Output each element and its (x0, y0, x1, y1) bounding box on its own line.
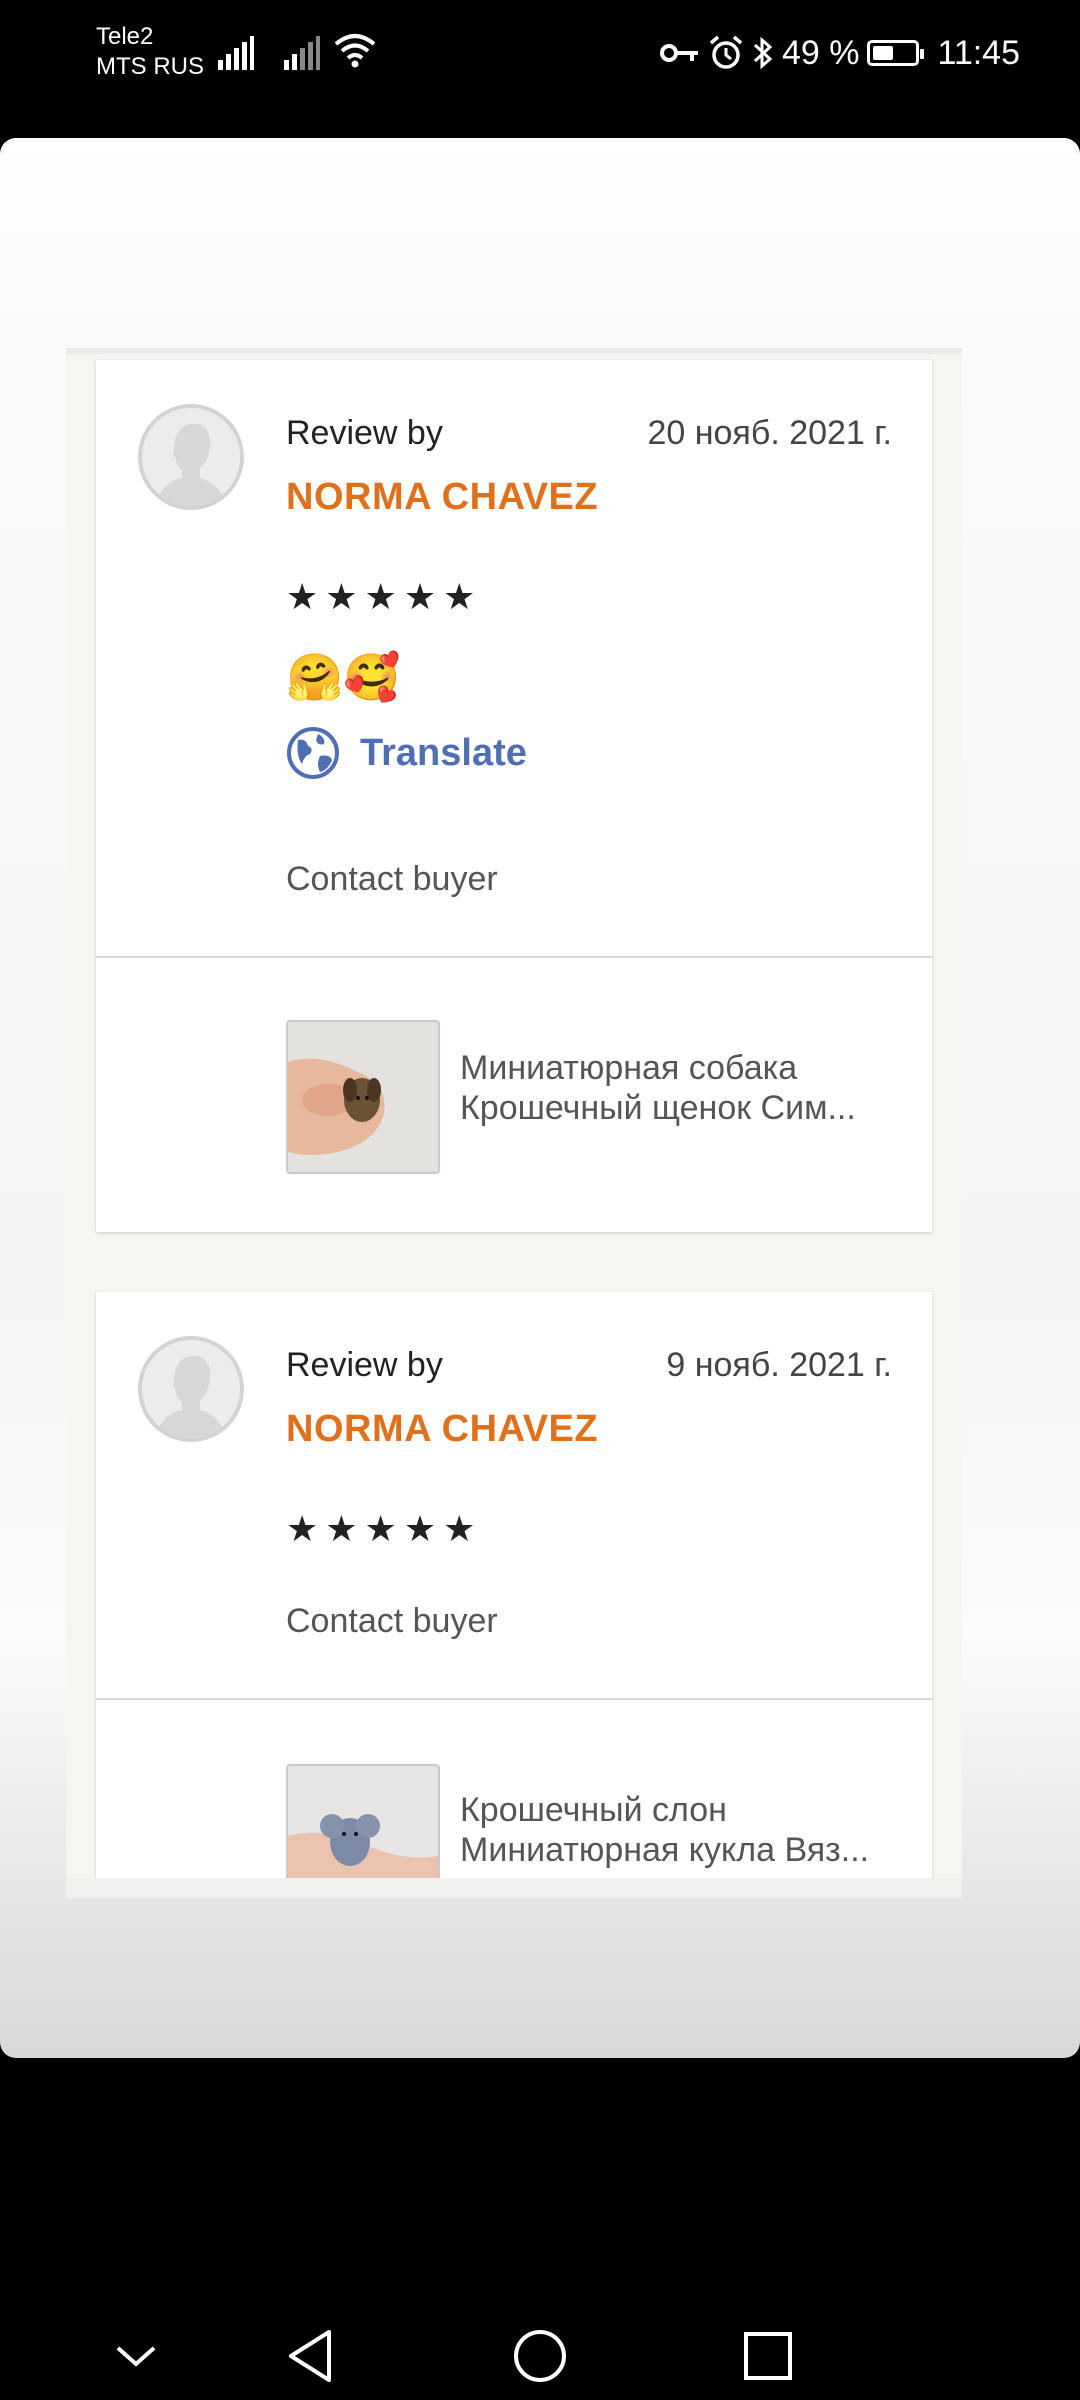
wifi-icon (334, 34, 376, 68)
battery-icon (867, 40, 925, 66)
clock: 11:45 (937, 33, 1020, 72)
panel-top-border (66, 348, 962, 354)
key-icon (659, 44, 698, 62)
product-title-line1: Миниатюрная собака (460, 1049, 798, 1087)
bluetooth-icon (753, 36, 773, 70)
review-by-label: Review by (286, 1346, 443, 1384)
panel-bottom-strip (66, 1878, 962, 1898)
review-date: 20 нояб. 2021 г. (647, 414, 892, 452)
globe-icon (287, 727, 339, 779)
translate-button[interactable]: Translate (286, 726, 527, 780)
back-icon[interactable] (270, 2316, 350, 2396)
card-divider (96, 1698, 932, 1700)
signal-icon (218, 36, 254, 70)
card-divider (96, 956, 932, 958)
contact-buyer-link[interactable]: Contact buyer (286, 860, 498, 899)
user-silhouette-icon (142, 1340, 240, 1438)
alarm-icon (709, 35, 743, 69)
carrier-info: Tele2 MTS RUS (96, 22, 204, 82)
app-screen: Review by 20 нояб. 2021 г. NORMA CHAVEZ … (0, 138, 1080, 2058)
review-by-label: Review by (286, 414, 443, 452)
review-card: Review by 20 нояб. 2021 г. NORMA CHAVEZ … (96, 360, 932, 1232)
user-silhouette-icon (142, 408, 240, 506)
reviewer-name[interactable]: NORMA CHAVEZ (286, 476, 598, 519)
battery-percent: 49 % (781, 33, 860, 72)
carrier-1: Tele2 (96, 23, 154, 50)
product-title-line2: Миниатюрная кукла Вяз... (460, 1831, 870, 1869)
product-title-line2: Крошечный щенок Сим... (460, 1089, 856, 1127)
reviewer-name[interactable]: NORMA CHAVEZ (286, 1408, 598, 1451)
rating-stars: ★★★★★ (286, 576, 483, 617)
status-right: 49 % 11:45 (659, 28, 1020, 78)
review-card: Review by 9 нояб. 2021 г. NORMA CHAVEZ ★… (96, 1292, 932, 1898)
review-date: 9 нояб. 2021 г. (666, 1346, 892, 1384)
product-title-line1: Крошечный слон (460, 1791, 727, 1829)
signal-icon (284, 36, 320, 70)
chevron-down-icon[interactable] (96, 2316, 176, 2396)
avatar[interactable] (138, 404, 244, 510)
review-text: 🤗🥰 (286, 651, 401, 703)
product-thumbnail[interactable] (286, 1020, 440, 1174)
translate-label: Translate (360, 731, 527, 774)
status-bar: Tele2 MTS RUS 49 % 11:45 (0, 0, 1080, 110)
carrier-2: MTS RUS (96, 53, 204, 80)
recents-icon[interactable] (728, 2316, 808, 2396)
avatar[interactable] (138, 1336, 244, 1442)
rating-stars: ★★★★★ (286, 1508, 483, 1549)
product-title[interactable]: Миниатюрная собака Крошечный щенок Сим..… (460, 1048, 900, 1128)
reviews-panel[interactable]: Review by 20 нояб. 2021 г. NORMA CHAVEZ … (66, 348, 962, 1898)
home-icon[interactable] (500, 2316, 580, 2396)
contact-buyer-link[interactable]: Contact buyer (286, 1602, 498, 1641)
product-image (288, 1022, 438, 1172)
navigation-bar (0, 2300, 1080, 2400)
product-title[interactable]: Крошечный слон Миниатюрная кукла Вяз... (460, 1790, 900, 1870)
